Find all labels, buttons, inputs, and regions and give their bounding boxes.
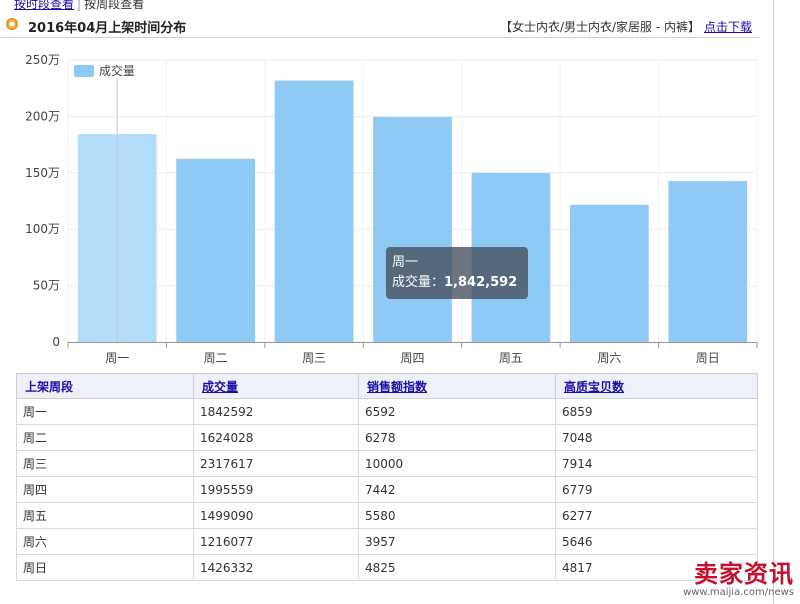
- chart-tooltip: 周一 成交量：1,842,592: [386, 247, 528, 299]
- table-cell: 6592: [358, 398, 556, 425]
- bullet-icon: [6, 18, 18, 30]
- table-cell: 4825: [358, 554, 556, 581]
- bar-layer: [77, 80, 748, 343]
- page-divider: [773, 0, 774, 604]
- table-row: 周三 2317617 10000 7914: [16, 450, 758, 477]
- table-cell: 7914: [555, 450, 758, 477]
- table-cell: 6859: [555, 398, 758, 425]
- y-tick-label: 250万: [25, 53, 60, 67]
- legend-swatch: [74, 65, 94, 77]
- table-cell: 6277: [555, 502, 758, 529]
- table-cell: 10000: [358, 450, 556, 477]
- table-cell: 7048: [555, 424, 758, 451]
- x-tick-label: 周五: [499, 351, 523, 365]
- table-row: 周五 1499090 5580 6277: [16, 502, 758, 529]
- legend-label: 成交量: [99, 63, 135, 78]
- table-cell: 周五: [16, 502, 194, 529]
- section-header: 2016年04月上架时间分布 【女士内衣/男士内衣/家居服 - 内裤】 点击下载: [0, 12, 760, 38]
- table-row: 周二 1624028 6278 7048: [16, 424, 758, 451]
- view-switch: 按时段查看 | 按周段查看: [14, 0, 144, 12]
- table-header-row: 上架周段 成交量 销售额指数 高质宝贝数: [16, 373, 758, 399]
- bar: [176, 158, 256, 342]
- bar: [668, 181, 748, 342]
- table-cell: 5580: [358, 502, 556, 529]
- table-cell: 周三: [16, 450, 194, 477]
- table-cell: 7442: [358, 476, 556, 503]
- tooltip-category: 周一: [392, 255, 419, 270]
- legend: 成交量: [74, 63, 135, 78]
- x-tick-label: 周日: [696, 351, 720, 365]
- x-tick-label: 周三: [302, 351, 326, 365]
- table-row: 周四 1995559 7442 6779: [16, 476, 758, 503]
- header-period: 上架周段: [16, 373, 194, 399]
- table-cell: 周四: [16, 476, 194, 503]
- table-cell: 周二: [16, 424, 194, 451]
- table-cell: 1499090: [193, 502, 359, 529]
- table-cell: 周日: [16, 554, 194, 581]
- table-row: 周六 1216077 3957 5646: [16, 528, 758, 555]
- category-label: 【女士内衣/男士内衣/家居服 - 内裤】: [499, 20, 700, 34]
- table-cell: 3957: [358, 528, 556, 555]
- table-cell: 1216077: [193, 528, 359, 555]
- tooltip-label: 成交量：: [392, 275, 445, 290]
- x-tick-label: 周六: [597, 351, 621, 365]
- data-table: 上架周段 成交量 销售额指数 高质宝贝数 周一 1842592 6592 6859 周二…: [16, 373, 758, 581]
- table-cell: 1426332: [193, 554, 359, 581]
- watermark-logo: 卖家资讯 www.maijia.com/news: [683, 560, 794, 598]
- y-tick-label: 50万: [33, 279, 60, 293]
- x-tick-label: 周一: [105, 351, 129, 365]
- table-cell: 周一: [16, 398, 194, 425]
- bar: [373, 116, 452, 343]
- header-quality-items[interactable]: 高质宝贝数: [555, 373, 758, 399]
- y-tick-label: 0: [52, 335, 60, 349]
- bar: [274, 80, 354, 342]
- table-cell: 周六: [16, 528, 194, 555]
- table-row: 周一 1842592 6592 6859: [16, 398, 758, 425]
- table-cell: 1995559: [193, 476, 359, 503]
- view-by-week-label: 按周段查看: [84, 0, 145, 11]
- section-title: 2016年04月上架时间分布: [28, 21, 187, 36]
- table-cell: 5646: [555, 528, 758, 555]
- table-cell: 6278: [358, 424, 556, 451]
- nav-separator: |: [77, 0, 82, 11]
- bar-chart: 050万100万150万200万250万周一 周二 周三 周四 周五 周六 周日 成交量: [25, 53, 758, 365]
- y-tick-label: 100万: [25, 222, 60, 236]
- download-link[interactable]: 点击下载: [704, 18, 752, 35]
- table-cell: 1842592: [193, 398, 359, 425]
- y-tick-label: 150万: [25, 166, 60, 180]
- table-cell: 1624028: [193, 424, 359, 451]
- tooltip-value-line: 成交量：1,842,592: [392, 273, 522, 293]
- view-by-period-link[interactable]: 按时段查看: [14, 0, 74, 11]
- y-tick-label: 200万: [25, 109, 60, 123]
- header-volume[interactable]: 成交量: [193, 373, 359, 399]
- table-row: 周日 1426332 4825 4817: [16, 554, 758, 581]
- table-cell: 2317617: [193, 450, 359, 477]
- table-cell: 6779: [555, 476, 758, 503]
- x-tick-label: 周四: [400, 351, 424, 365]
- bar: [569, 204, 649, 342]
- header-sales-index[interactable]: 销售额指数: [358, 373, 556, 399]
- tooltip-value: 1,842,592: [444, 275, 518, 290]
- x-tick-label: 周二: [204, 351, 228, 365]
